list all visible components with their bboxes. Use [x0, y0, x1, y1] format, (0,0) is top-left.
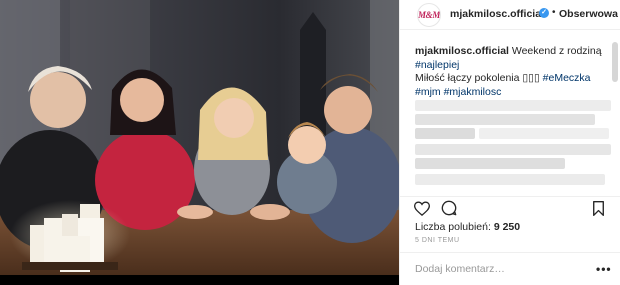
- comment-icon[interactable]: [440, 199, 458, 217]
- caption-text-3: Miłość łączy pokolenia: [415, 72, 523, 84]
- blurred-comment-row: [415, 100, 611, 111]
- post-caption: mjakmilosc.official Weekend z rodziną #n…: [415, 45, 615, 99]
- likes-label: Liczba polubień:: [415, 221, 494, 233]
- hashtag-emeczka[interactable]: #eMeczka: [543, 72, 591, 84]
- post-actions: [400, 196, 620, 216]
- blurred-comments: [415, 100, 611, 192]
- likes-number: 9 250: [493, 221, 521, 233]
- hashtag-najlepiej[interactable]: #najlepiej: [415, 59, 459, 71]
- more-options-icon[interactable]: •••: [596, 262, 612, 276]
- blurred-comment-row: [415, 144, 611, 155]
- comment-bar: •••: [400, 252, 620, 285]
- follow-button[interactable]: Obserwowa: [559, 8, 618, 20]
- avatar[interactable]: M&M: [417, 3, 441, 27]
- avatar-logo: M&M: [417, 10, 441, 20]
- hashtag-mjm[interactable]: #mjm: [415, 86, 441, 98]
- caption-emoji: ▯▯▯: [522, 72, 540, 84]
- blurred-comment-row: [415, 114, 595, 125]
- family-photo-image: [0, 0, 399, 285]
- verified-badge-icon: ✓: [539, 8, 549, 18]
- blurred-comment-row: [479, 128, 609, 139]
- header-separator: •: [552, 7, 556, 18]
- caption-text-1: Weekend z rodziną: [508, 45, 602, 57]
- post-header: M&M mjakmilosc.official ✓ • Obserwowa: [400, 0, 620, 30]
- heart-icon[interactable]: [413, 199, 431, 217]
- comment-input[interactable]: [415, 263, 585, 275]
- post-photo[interactable]: [0, 0, 399, 285]
- blurred-comment-row: [415, 158, 565, 169]
- caption-author[interactable]: mjakmilosc.official: [415, 45, 509, 57]
- post-timestamp[interactable]: 5 DNI TEMU: [415, 237, 460, 244]
- post-side-panel: M&M mjakmilosc.official ✓ • Obserwowa mj…: [399, 0, 620, 285]
- likes-count[interactable]: Liczba polubień: 9 250: [415, 221, 520, 233]
- bookmark-icon[interactable]: [589, 199, 607, 217]
- blurred-comment-row: [415, 128, 475, 139]
- caption-scrollbar[interactable]: [612, 42, 618, 82]
- hashtag-mjakmilosc[interactable]: #mjakmilosc: [444, 86, 502, 98]
- photo-bottom-strip: [0, 275, 399, 285]
- username-link[interactable]: mjakmilosc.official: [450, 8, 544, 20]
- blurred-comment-row: [415, 174, 605, 185]
